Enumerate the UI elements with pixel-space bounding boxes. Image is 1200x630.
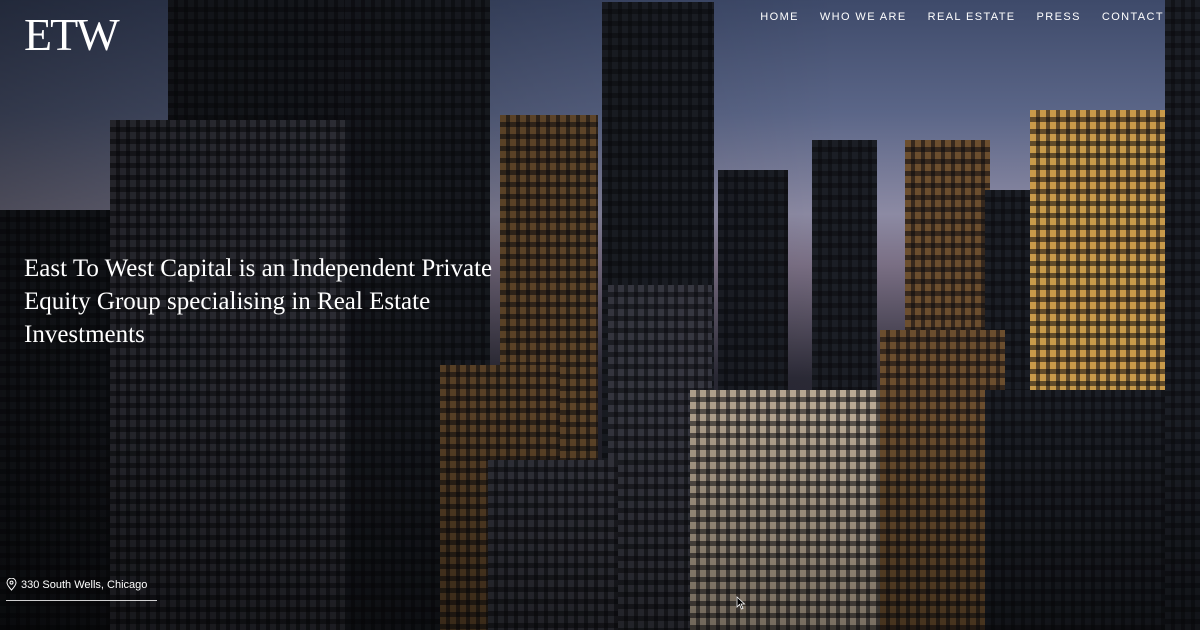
nav-who-we-are[interactable]: WHO WE ARE [820, 11, 907, 23]
location-underline [6, 600, 157, 601]
location-label: 330 South Wells, Chicago [21, 578, 148, 591]
hero-tagline: East To West Capital is an Independent P… [24, 255, 493, 348]
overlay [0, 410, 1200, 630]
nav-real-estate[interactable]: REAL ESTATE [928, 11, 1016, 23]
nav-contact[interactable]: CONTACT [1102, 11, 1164, 23]
nav-press[interactable]: PRESS [1037, 11, 1081, 23]
map-pin-icon [6, 578, 17, 591]
mouse-cursor-icon [736, 596, 746, 610]
logo[interactable]: ETW [24, 12, 120, 58]
location-link[interactable]: 330 South Wells, Chicago [6, 578, 147, 591]
nav-home[interactable]: HOME [760, 11, 799, 23]
main-nav: HOME WHO WE ARE REAL ESTATE PRESS CONTAC… [760, 11, 1164, 23]
